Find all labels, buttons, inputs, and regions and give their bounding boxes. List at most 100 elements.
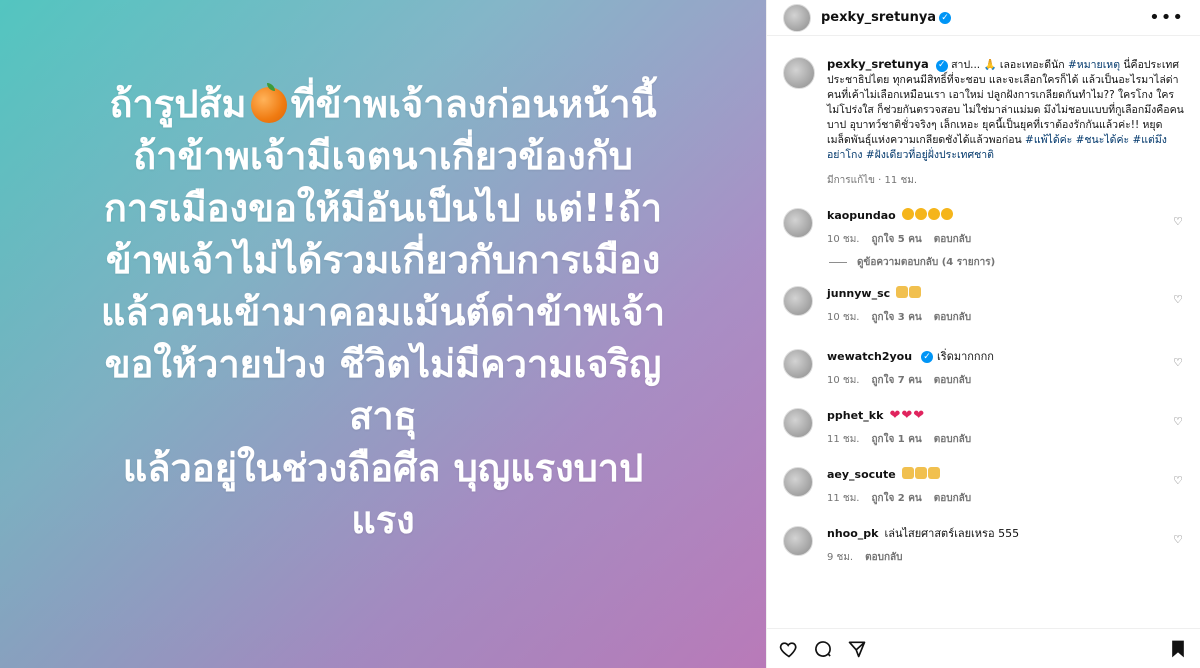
comment-text: เริ่ดมากกกก: [937, 350, 994, 363]
comment-like-heart-icon[interactable]: ♡: [1173, 416, 1184, 427]
comment-line: junnyw_sc: [827, 286, 1184, 302]
comment-body: nhoo_pk เล่นไสยศาสตร์เลยเหรอ 555 9 ชม. ตอบก…: [827, 526, 1184, 565]
caption-avatar[interactable]: [783, 57, 815, 89]
comment-meta: 11 ชม. ถูกใจ 2 คน ตอบกลับ: [827, 491, 1184, 506]
image-line-8: แล้วอยู่ในช่วงถือศีล บุญแรงบาป: [122, 446, 644, 490]
commenter-avatar[interactable]: [783, 208, 813, 238]
clap-emoji-icon: [909, 286, 922, 298]
heart-emoji-icon: ❤: [913, 408, 925, 423]
reply-button[interactable]: ตอบกลับ: [934, 310, 971, 325]
comment-meta: 10 ชม. ถูกใจ 5 คน ตอบกลับ: [827, 232, 1184, 247]
clap-emoji-icon: [896, 286, 909, 298]
verified-icon: ✓: [935, 59, 948, 72]
verified-icon: ✓: [939, 11, 952, 24]
comment-time: 10 ชม.: [827, 312, 860, 323]
comment-body: kaopundao 10 ชม. ถูกใจ 5 คน ตอบกลับ: [827, 208, 1184, 247]
comment-time: 10 ชม.: [827, 375, 860, 386]
post-side-panel: pexky_sretunya ✓ ••• pexky_sretunya ✓ สาป…: [766, 0, 1200, 668]
commenter-avatar[interactable]: [783, 467, 813, 497]
commenter-avatar[interactable]: [783, 349, 813, 379]
clap-emoji-icon: [901, 467, 914, 479]
comment-row: kaopundao 10 ชม. ถูกใจ 5 คน ตอบกลับ ♡: [783, 208, 1184, 247]
comment-likes[interactable]: ถูกใจ 1 คน: [871, 432, 921, 447]
comment-body: wewatch2you ✓ เริ่ดมากกกก 10 ชม. ถูกใจ 7 คน ต…: [827, 349, 1184, 388]
comment-likes[interactable]: ถูกใจ 7 คน: [871, 373, 921, 388]
comment-line: aey_socute: [827, 467, 1184, 483]
commenter-avatar[interactable]: [783, 286, 813, 316]
comment-like-heart-icon[interactable]: ♡: [1173, 475, 1184, 486]
comment-line: wewatch2you ✓ เริ่ดมากกกก: [827, 349, 1184, 365]
heart-emoji-icon: ❤: [889, 408, 901, 423]
image-line-2: ถ้าข้าพเจ้ามีเจตนาเกี่ยวข้องกับ: [133, 134, 633, 178]
post-image-text: ถ้ารูปส้ม ที่ข้าพเจ้าลงก่อนหน้านี้ ถ้าข้า…: [30, 78, 736, 546]
comment-meta: 10 ชม. ถูกใจ 3 คน ตอบกลับ: [827, 310, 1184, 325]
comment-line: pphet_kk ❤❤❤: [827, 408, 1184, 424]
comment-line: kaopundao: [827, 208, 1184, 224]
share-icon[interactable]: [847, 639, 867, 659]
caption-body: pexky_sretunya ✓ สาป... 🙏 เลอะเทอะดีนัก #…: [827, 57, 1184, 188]
reply-button[interactable]: ตอบกลับ: [934, 232, 971, 247]
commenter-username[interactable]: junnyw_sc: [827, 287, 890, 300]
image-line-9: แรง: [351, 498, 415, 542]
image-line-6: ขอให้วายป่วง ชีวิตไม่มีความเจริญ: [104, 342, 662, 386]
post-image[interactable]: ถ้ารูปส้ม ที่ข้าพเจ้าลงก่อนหน้านี้ ถ้าข้า…: [0, 0, 766, 668]
commenter-username[interactable]: pphet_kk: [827, 409, 883, 422]
reply-button[interactable]: ตอบกลับ: [934, 373, 971, 388]
commenter-avatar[interactable]: [783, 526, 813, 556]
author-avatar[interactable]: [783, 3, 811, 32]
caption-username[interactable]: pexky_sretunya: [827, 57, 929, 71]
comment-likes[interactable]: ถูกใจ 3 คน: [871, 310, 921, 325]
commenter-username[interactable]: kaopundao: [827, 209, 896, 222]
comment-body: pphet_kk ❤❤❤ 11 ชม. ถูกใจ 1 คน ตอบกลับ: [827, 408, 1184, 447]
comment-meta: 10 ชม. ถูกใจ 7 คน ตอบกลับ: [827, 373, 1184, 388]
comment-time: 9 ชม.: [827, 552, 854, 563]
comments-scroll-area[interactable]: pexky_sretunya ✓ สาป... 🙏 เลอะเทอะดีนัก #…: [767, 37, 1200, 628]
face-emoji-icon: [901, 208, 914, 220]
caption-hashtag-link[interactable]: #หมายเหตุ: [1068, 59, 1120, 71]
comment-icon[interactable]: [813, 639, 833, 659]
reply-button[interactable]: ตอบกลับ: [934, 432, 971, 447]
face-emoji-icon: [914, 208, 927, 220]
comment-time: 11 ชม.: [827, 434, 860, 445]
view-replies-button[interactable]: ดูข้อความตอบกลับ (4 รายการ): [829, 255, 1184, 270]
comment-row: junnyw_sc 10 ชม. ถูกใจ 3 คน ตอบกลับ ♡: [783, 286, 1184, 325]
comment-like-heart-icon[interactable]: ♡: [1173, 534, 1184, 545]
reply-button[interactable]: ตอบกลับ: [934, 491, 971, 506]
comment-time: 10 ชม.: [827, 234, 860, 245]
comment-row: pphet_kk ❤❤❤ 11 ชม. ถูกใจ 1 คน ตอบกลับ ♡: [783, 408, 1184, 447]
comment-row: nhoo_pk เล่นไสยศาสตร์เลยเหรอ 555 9 ชม. ตอบก…: [783, 526, 1184, 565]
comment-line: nhoo_pk เล่นไสยศาสตร์เลยเหรอ 555: [827, 526, 1184, 542]
reply-button[interactable]: ตอบกลับ: [865, 550, 902, 565]
image-line-4: ข้าพเจ้าไม่ได้รวมเกี่ยวกับการเมือง: [105, 238, 661, 282]
face-emoji-icon: [927, 208, 940, 220]
post-caption: pexky_sretunya ✓ สาป... 🙏 เลอะเทอะดีนัก #…: [783, 57, 1184, 188]
comment-meta: 9 ชม. ตอบกลับ: [827, 550, 1184, 565]
more-icon[interactable]: •••: [1149, 8, 1184, 27]
commenter-username[interactable]: nhoo_pk: [827, 527, 878, 540]
comment-likes[interactable]: ถูกใจ 5 คน: [871, 232, 921, 247]
replies-divider: [829, 262, 847, 263]
comment-row: aey_socute 11 ชม. ถูกใจ 2 คน ตอบกลับ ♡: [783, 467, 1184, 506]
commenter-username[interactable]: aey_socute: [827, 468, 896, 481]
comment-like-heart-icon[interactable]: ♡: [1173, 357, 1184, 368]
comment-time: 11 ชม.: [827, 493, 860, 504]
commenter-username[interactable]: wewatch2you: [827, 350, 912, 363]
comments-list: kaopundao 10 ชม. ถูกใจ 5 คน ตอบกลับ ♡ ดูข้อคว…: [783, 208, 1184, 565]
heart-emoji-icon: ❤: [901, 408, 913, 423]
comment-meta: 11 ชม. ถูกใจ 1 คน ตอบกลับ: [827, 432, 1184, 447]
comment-like-heart-icon[interactable]: ♡: [1173, 216, 1184, 227]
image-line-3: การเมืองขอให้มีอันเป็นไป แต่!!ถ้า: [103, 186, 663, 230]
clap-emoji-icon: [914, 467, 927, 479]
heart-icon[interactable]: [779, 639, 799, 659]
comment-body: junnyw_sc 10 ชม. ถูกใจ 3 คน ตอบกลับ: [827, 286, 1184, 325]
bookmark-icon[interactable]: [1168, 639, 1188, 659]
author-username[interactable]: pexky_sretunya: [821, 10, 936, 25]
comment-like-heart-icon[interactable]: ♡: [1173, 294, 1184, 305]
clap-emoji-icon: [927, 467, 940, 479]
caption-text-a: สาป... 🙏 เลอะเทอะดีนัก: [951, 59, 1068, 71]
comment-likes[interactable]: ถูกใจ 2 คน: [871, 491, 921, 506]
commenter-avatar[interactable]: [783, 408, 813, 438]
caption-meta: มีการแก้ไข · 11 ชม.: [827, 175, 917, 186]
orange-emoji-icon: [250, 83, 287, 123]
instagram-post-view: ถ้ารูปส้ม ที่ข้าพเจ้าลงก่อนหน้านี้ ถ้าข้า…: [0, 0, 1200, 668]
